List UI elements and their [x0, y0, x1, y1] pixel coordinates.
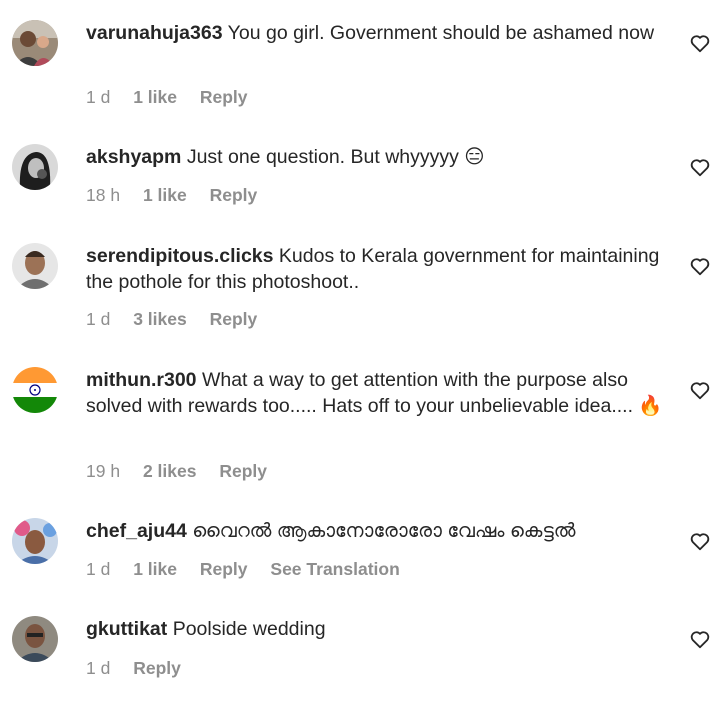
reply-button[interactable]: Reply: [200, 87, 248, 107]
india-flag-icon: [12, 367, 58, 413]
comment-likes[interactable]: 2 likes: [143, 461, 197, 481]
like-heart-icon[interactable]: [689, 530, 711, 552]
comment-text: You go girl. Government should be ashame…: [227, 22, 655, 44]
like-heart-icon[interactable]: [689, 156, 711, 178]
comment-likes[interactable]: 1 like: [143, 185, 187, 205]
comment-likes[interactable]: 1 like: [133, 87, 177, 107]
avatar[interactable]: [12, 20, 58, 66]
comment-meta: 19 h 2 likes Reply: [86, 461, 285, 482]
comment-likes[interactable]: 1 like: [133, 559, 177, 579]
person-photo-icon: [12, 518, 58, 564]
comment-time: 1 d: [86, 87, 111, 107]
reply-button[interactable]: Reply: [210, 185, 258, 205]
comment-username[interactable]: chef_aju44: [86, 520, 187, 542]
like-heart-icon[interactable]: [689, 32, 711, 54]
see-translation-button[interactable]: See Translation: [270, 559, 399, 579]
comment-meta: 1 d 1 like Reply See Translation: [86, 559, 418, 580]
comment-meta: 1 d 1 like Reply: [86, 87, 266, 108]
comment-time: 19 h: [86, 461, 121, 481]
comment-meta: 1 d Reply: [86, 658, 199, 679]
comment-meta: 1 d 3 likes Reply: [86, 309, 275, 330]
person-photo-icon: [12, 243, 58, 289]
reply-button[interactable]: Reply: [219, 461, 267, 481]
reply-button[interactable]: Reply: [133, 658, 181, 678]
comment-likes[interactable]: 3 likes: [133, 309, 187, 329]
like-heart-icon[interactable]: [689, 255, 711, 277]
reply-button[interactable]: Reply: [200, 559, 248, 579]
comment-list: varunahuja363 You go girl. Government sh…: [0, 0, 720, 714]
like-heart-icon[interactable]: [689, 628, 711, 650]
comment-time: 1 d: [86, 559, 111, 579]
comment-body: chef_aju44 വൈറൽ ആകാനോരോരോ വേഷം കെട്ടൽ: [86, 518, 676, 544]
avatar[interactable]: [12, 367, 58, 413]
comment-body: gkuttikat Poolside wedding: [86, 616, 676, 642]
person-photo-icon: [12, 20, 58, 66]
comment-body: serendipitous.clicks Kudos to Kerala gov…: [86, 243, 676, 295]
comment-username[interactable]: gkuttikat: [86, 618, 167, 640]
comment-username[interactable]: mithun.r300: [86, 369, 197, 391]
avatar[interactable]: [12, 518, 58, 564]
person-photo-icon: [12, 616, 58, 662]
comment-text: Poolside wedding: [172, 618, 326, 640]
person-photo-icon: [12, 144, 58, 190]
like-heart-icon[interactable]: [689, 379, 711, 401]
comment-time: 1 d: [86, 309, 111, 329]
comment-text: വൈറൽ ആകാനോരോരോ വേഷം കെട്ടൽ: [192, 520, 576, 542]
comment-body: mithun.r300 What a way to get attention …: [86, 367, 676, 419]
comment-username[interactable]: varunahuja363: [86, 22, 223, 44]
comment-time: 18 h: [86, 185, 121, 205]
comment-username[interactable]: akshyapm: [86, 146, 181, 168]
comment-body: varunahuja363 You go girl. Government sh…: [86, 20, 676, 46]
comment-time: 1 d: [86, 658, 111, 678]
comment-text: Just one question. But whyyyyy 😑: [186, 146, 485, 168]
avatar[interactable]: [12, 616, 58, 662]
reply-button[interactable]: Reply: [210, 309, 258, 329]
comment-username[interactable]: serendipitous.clicks: [86, 245, 274, 267]
avatar[interactable]: [12, 243, 58, 289]
comment-meta: 18 h 1 like Reply: [86, 185, 275, 206]
comment-body: akshyapm Just one question. But whyyyyy …: [86, 144, 676, 170]
avatar[interactable]: [12, 144, 58, 190]
